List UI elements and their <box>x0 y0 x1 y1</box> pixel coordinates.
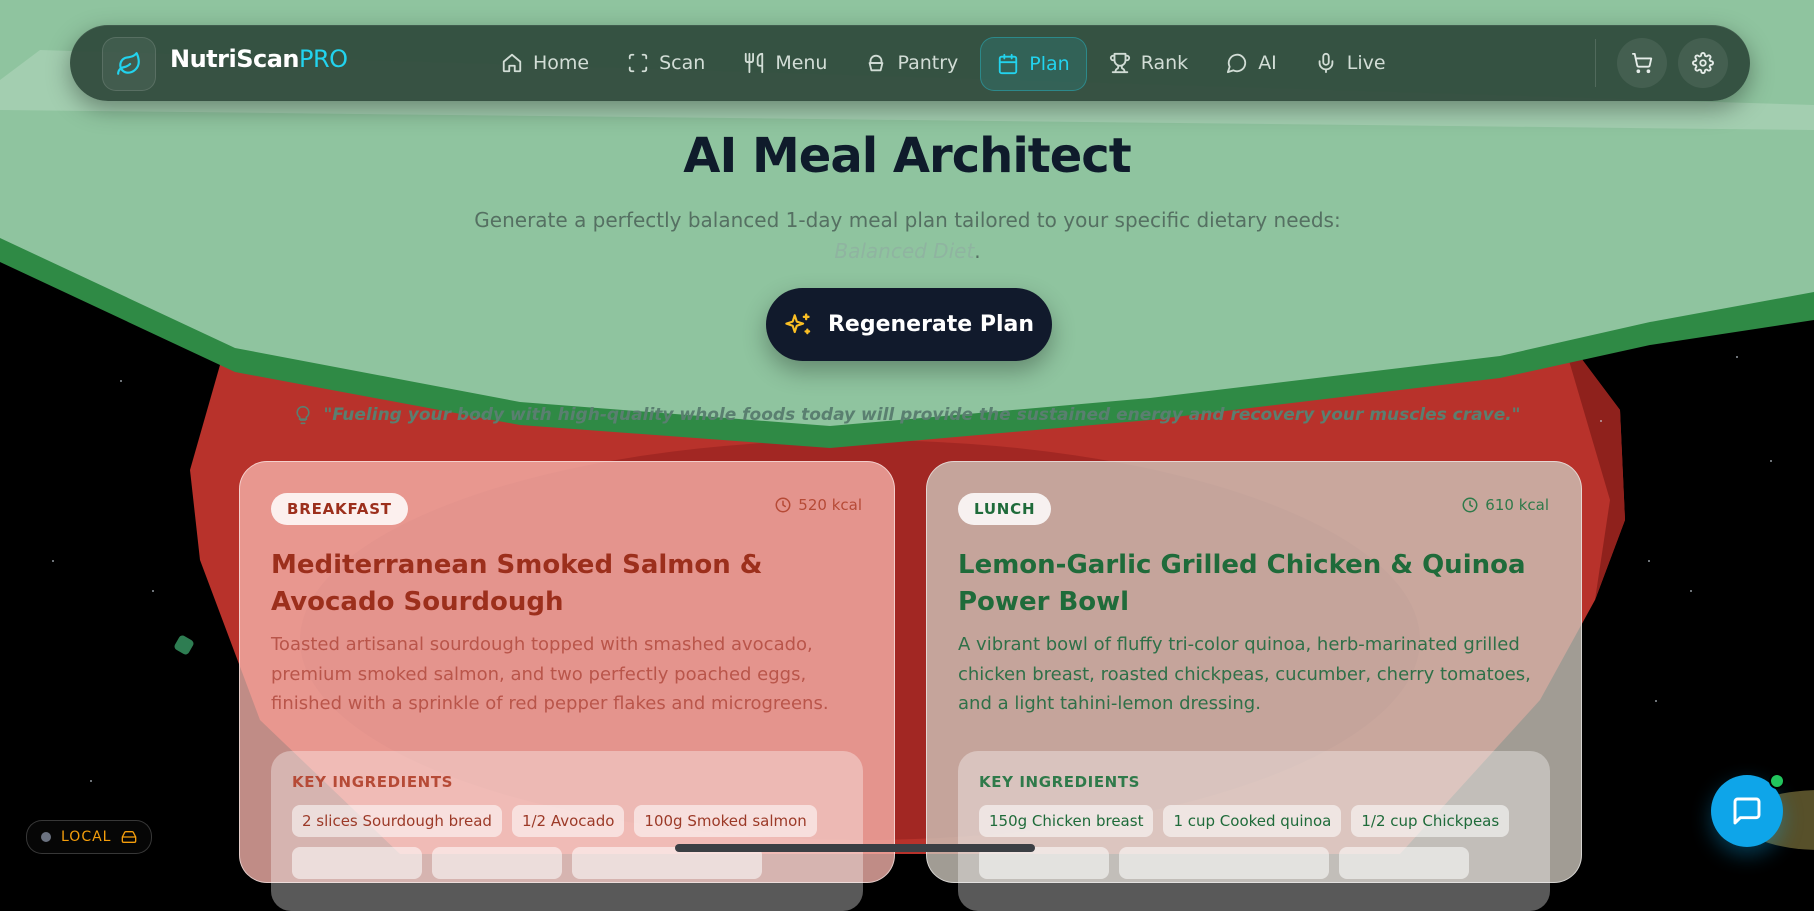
nav-item-ai[interactable]: AI <box>1210 37 1293 89</box>
meal-card-lunch[interactable]: LUNCH 610 kcal Lemon-Garlic Grilled Chic… <box>926 461 1582 911</box>
ingredient-chip <box>1339 847 1469 879</box>
nav-item-scan[interactable]: Scan <box>611 37 721 89</box>
scan-icon <box>628 53 648 73</box>
cart-button[interactable] <box>1617 38 1667 88</box>
meal-badge: LUNCH <box>958 493 1052 525</box>
ingredient-chip: 2 slices Sourdough bread <box>292 805 502 837</box>
nav-label: AI <box>1258 52 1277 74</box>
ingredient-chip <box>432 847 562 879</box>
ingredient-chip: 1 cup Cooked quinoa <box>1163 805 1342 837</box>
gear-icon <box>1692 52 1714 74</box>
nav-item-plan[interactable]: Plan <box>980 37 1087 91</box>
chat-icon <box>1227 53 1247 74</box>
nav-item-live[interactable]: Live <box>1299 37 1402 89</box>
nav-label: Scan <box>659 52 706 74</box>
meal-description: Toasted artisanal sourdough topped with … <box>271 634 829 714</box>
diet-highlight: Balanced Diet <box>834 239 975 263</box>
ingredients-panel: KEY INGREDIENTS 2 slices Sourdough bread… <box>271 751 863 911</box>
nav-label: Rank <box>1140 52 1189 74</box>
meal-badge: BREAKFAST <box>271 493 408 525</box>
home-icon <box>502 53 522 73</box>
nav-label: Live <box>1346 52 1386 74</box>
nav-item-home[interactable]: Home <box>485 37 605 89</box>
online-indicator <box>1769 773 1785 789</box>
horizontal-scrollbar[interactable] <box>675 844 1035 852</box>
page-subtitle: Generate a perfectly balanced 1-day meal… <box>474 208 1341 263</box>
brand-name: NutriScanPRO <box>170 45 348 73</box>
regenerate-plan-label: Regenerate Plan <box>827 312 1035 337</box>
clock-icon <box>1462 497 1478 513</box>
calendar-icon <box>999 53 1018 75</box>
nav-items: Home Scan Menu Pantry Plan Rank AI Live <box>485 37 1402 91</box>
logo-button[interactable] <box>102 37 156 91</box>
regenerate-plan-button[interactable]: Regenerate Plan <box>766 288 1052 361</box>
mic-icon <box>1318 52 1334 74</box>
nav-label: Menu <box>775 52 828 74</box>
leaf-icon <box>117 52 140 75</box>
ingredients-heading: KEY INGREDIENTS <box>979 773 1141 791</box>
clock-icon <box>775 497 791 513</box>
ingredient-chip <box>1119 847 1329 879</box>
local-mode-label: LOCAL <box>61 829 112 845</box>
meal-title: Mediterranean Smoked Salmon & Avocado So… <box>271 550 763 617</box>
meal-card-breakfast[interactable]: BREAKFAST 520 kcal Mediterranean Smoked … <box>239 461 895 911</box>
cart-icon <box>1631 52 1653 74</box>
pantry-icon <box>869 54 884 72</box>
ingredient-chip: 150g Chicken breast <box>979 805 1154 837</box>
ingredient-chip: 100g Smoked salmon <box>634 805 817 837</box>
top-navbar: NutriScanPRO Home Scan Menu Pantry Plan … <box>70 25 1750 101</box>
local-mode-indicator[interactable]: LOCAL <box>26 820 153 854</box>
ingredient-chip <box>292 847 422 879</box>
sparkles-icon <box>785 312 811 334</box>
chat-button[interactable] <box>1711 773 1785 847</box>
motivation-quote: "Fueling your body with high-quality who… <box>0 405 1814 425</box>
nav-divider <box>1595 39 1596 87</box>
settings-button[interactable] <box>1678 38 1728 88</box>
ingredient-chip: 1/2 cup Chickpeas <box>1351 805 1510 837</box>
nav-item-pantry[interactable]: Pantry <box>849 37 974 89</box>
calorie-count: 520 kcal <box>774 496 862 514</box>
meal-title: Lemon-Garlic Grilled Chicken & Quinoa Po… <box>958 550 1526 617</box>
nav-label: Pantry <box>897 52 959 74</box>
nav-item-menu[interactable]: Menu <box>727 37 843 89</box>
ingredients-panel: KEY INGREDIENTS 150g Chicken breast 1 cu… <box>958 751 1550 911</box>
ingredient-chip: 1/2 Avocado <box>511 805 625 837</box>
page-title: AI Meal Architect <box>683 128 1131 184</box>
message-square-icon <box>1733 797 1761 825</box>
ingredients-heading: KEY INGREDIENTS <box>292 773 454 791</box>
meal-description: A vibrant bowl of fluffy tri-color quino… <box>958 634 1531 714</box>
nav-item-rank[interactable]: Rank <box>1093 37 1204 89</box>
status-dot <box>41 832 51 842</box>
nav-label: Home <box>533 52 590 74</box>
utensils-icon <box>745 52 764 74</box>
calorie-count: 610 kcal <box>1461 496 1549 514</box>
lightbulb-icon <box>296 405 311 425</box>
nav-label: Plan <box>1029 53 1070 75</box>
trophy-icon <box>1109 52 1130 74</box>
drive-icon <box>122 831 137 843</box>
